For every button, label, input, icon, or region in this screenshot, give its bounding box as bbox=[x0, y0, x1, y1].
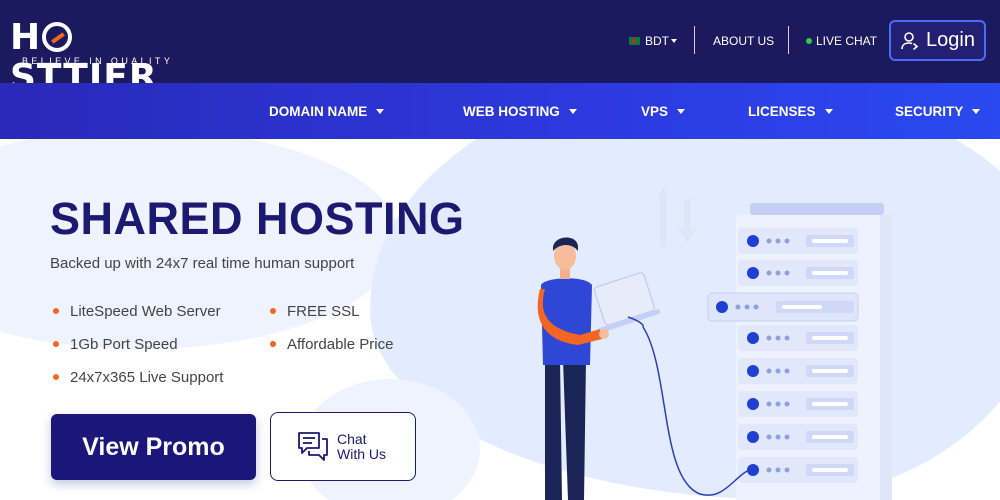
caret-down-icon bbox=[568, 109, 577, 114]
bullet-icon bbox=[270, 341, 276, 347]
currency-selector[interactable]: BDT bbox=[629, 34, 677, 48]
live-dot-icon bbox=[806, 38, 812, 44]
nav-item-licenses[interactable]: LICENSES bbox=[748, 104, 833, 119]
page-title: SHARED HOSTING bbox=[50, 193, 465, 244]
live-chat-link[interactable]: LIVE CHAT bbox=[806, 34, 877, 48]
feature-label: FREE SSL bbox=[287, 303, 360, 320]
feature-label: 1Gb Port Speed bbox=[70, 336, 178, 353]
caret-down-icon bbox=[824, 109, 833, 114]
bullet-icon bbox=[53, 341, 59, 347]
caret-down-icon bbox=[972, 109, 981, 114]
caret-down-icon bbox=[376, 109, 385, 114]
brand-logo[interactable]: HSTTIER BELIEVE IN QUALITY bbox=[10, 18, 210, 98]
feature-item: FREE SSL bbox=[270, 303, 360, 320]
hero-section: SHARED HOSTING Backed up with 24x7 real … bbox=[0, 139, 1000, 500]
logo-tagline: BELIEVE IN QUALITY bbox=[22, 56, 174, 66]
feature-label: 24x7x365 Live Support bbox=[70, 369, 224, 386]
nav-item-label: LICENSES bbox=[748, 104, 816, 119]
feature-item: LiteSpeed Web Server bbox=[53, 303, 221, 320]
nav-item-domain-name[interactable]: DOMAIN NAME bbox=[269, 104, 385, 119]
bullet-icon bbox=[53, 374, 59, 380]
top-header: HSTTIER BELIEVE IN QUALITY BDT ABOUT US … bbox=[0, 0, 1000, 98]
currency-label: BDT bbox=[645, 34, 669, 48]
nav-item-vps[interactable]: VPS bbox=[641, 104, 686, 119]
chat-with-us-button[interactable]: Chat With Us bbox=[270, 412, 416, 481]
main-nav: DOMAIN NAME WEB HOSTING VPS LICENSES SEC… bbox=[0, 83, 1000, 139]
nav-item-label: WEB HOSTING bbox=[463, 104, 560, 119]
nav-item-label: SECURITY bbox=[895, 104, 964, 119]
flag-bd-icon bbox=[629, 37, 640, 45]
caret-down-icon bbox=[671, 39, 677, 43]
about-us-link[interactable]: ABOUT US bbox=[713, 34, 774, 48]
chat-bubbles-icon bbox=[298, 431, 328, 461]
user-login-icon bbox=[901, 31, 919, 50]
nav-item-web-hosting[interactable]: WEB HOSTING bbox=[463, 104, 577, 119]
nav-item-label: VPS bbox=[641, 104, 669, 119]
feature-label: LiteSpeed Web Server bbox=[70, 303, 221, 320]
view-promo-button[interactable]: View Promo bbox=[51, 414, 256, 480]
chat-with-us-label: Chat With Us bbox=[337, 430, 386, 462]
divider bbox=[694, 26, 695, 54]
bullet-icon bbox=[270, 308, 276, 314]
live-chat-label: LIVE CHAT bbox=[816, 34, 878, 48]
hero-subtitle: Backed up with 24x7 real time human supp… bbox=[50, 255, 355, 272]
login-label: Login bbox=[926, 29, 975, 51]
logo-o-mark bbox=[42, 22, 73, 52]
feature-item: 1Gb Port Speed bbox=[53, 336, 178, 353]
login-button[interactable]: Login bbox=[889, 20, 986, 61]
divider bbox=[788, 26, 789, 54]
nav-item-security[interactable]: SECURITY bbox=[895, 104, 981, 119]
feature-item: 24x7x365 Live Support bbox=[53, 369, 223, 386]
nav-item-label: DOMAIN NAME bbox=[269, 104, 368, 119]
feature-item: Affordable Price bbox=[270, 336, 393, 353]
feature-label: Affordable Price bbox=[287, 336, 394, 353]
bullet-icon bbox=[53, 308, 59, 314]
caret-down-icon bbox=[677, 109, 686, 114]
